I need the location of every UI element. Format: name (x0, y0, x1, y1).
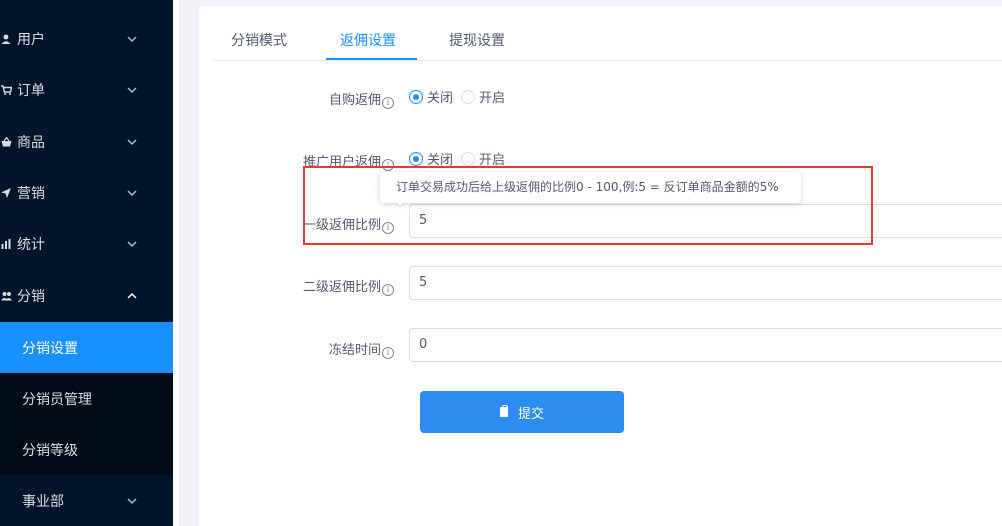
active-tab-indicator (326, 58, 417, 60)
tab-withdrawal-settings[interactable]: 提现设置 (449, 22, 505, 61)
bag-icon (499, 405, 508, 417)
self-rebate-label-text: 自购返佣 (329, 93, 382, 108)
radio-dot (461, 151, 476, 166)
radio-label: 关闭 (427, 91, 454, 106)
chevron-down-icon (126, 136, 138, 148)
promo-rebate-label: 推广用户返佣 i (303, 151, 395, 171)
chevron-down-icon (126, 238, 138, 250)
radio-label: 开启 (479, 153, 506, 168)
level2-ratio-label: 二级返佣比例 i (303, 276, 395, 296)
level2-ratio-label-text: 二级返佣比例 (303, 280, 382, 295)
info-icon[interactable]: i (382, 222, 395, 234)
tab-rebate-settings[interactable]: 返佣设置 (340, 22, 396, 61)
level1-ratio-label-text: 一级返佣比例 (303, 218, 382, 233)
submenu-item-distribution-settings[interactable]: 分销设置 (0, 322, 173, 373)
menu-label: 营销 (17, 185, 45, 202)
submenu-label: 分销员管理 (22, 391, 92, 408)
menu-label: 订单 (17, 82, 45, 99)
radio-dot (461, 89, 476, 104)
tab-distribution-mode[interactable]: 分销模式 (231, 22, 287, 61)
menu-label: 商品 (17, 134, 45, 151)
menu-item-users[interactable]: 用户 (0, 13, 173, 64)
info-icon[interactable]: i (382, 159, 395, 171)
menu-label: 分销 (17, 288, 45, 305)
info-icon[interactable]: i (382, 284, 395, 296)
menu-item-distribution[interactable]: 分销 (0, 270, 173, 321)
menu-label: 用户 (17, 31, 45, 48)
radio-label: 关闭 (427, 153, 454, 168)
chevron-up-icon (126, 290, 138, 302)
chart-icon (0, 238, 12, 250)
promo-rebate-radio-group: 关闭 开启 (409, 149, 513, 168)
chevron-down-icon (126, 84, 138, 96)
menu-item-orders[interactable]: 订单 (0, 64, 173, 115)
sidebar: 用户 订单 商品 营销 统计 分销 分销设置 分销员管理 分销等级 事业部 (0, 0, 173, 526)
level1-ratio-input[interactable]: 5 (409, 204, 1002, 238)
basket-icon (0, 136, 12, 148)
submit-button[interactable]: 提交 (420, 391, 624, 433)
promo-rebate-label-text: 推广用户返佣 (303, 155, 382, 170)
chevron-down-icon (126, 187, 138, 199)
chevron-down-icon (126, 495, 138, 507)
submenu-label: 分销设置 (22, 340, 78, 357)
submenu-item-distribution-levels[interactable]: 分销等级 (0, 424, 173, 475)
info-icon[interactable]: i (382, 347, 395, 359)
info-icon[interactable]: i (382, 97, 395, 109)
submit-label: 提交 (517, 406, 544, 422)
submenu-item-distributor-management[interactable]: 分销员管理 (0, 373, 173, 424)
level1-ratio-label: 一级返佣比例 i (303, 214, 395, 234)
settings-tabs: 分销模式 返佣设置 提现设置 (214, 22, 1002, 61)
people-icon (0, 290, 12, 302)
radio-dot (409, 151, 423, 166)
level2-ratio-input[interactable]: 5 (409, 266, 1002, 300)
promo-rebate-radio-off[interactable]: 关闭 (409, 149, 453, 168)
menu-item-business-unit[interactable]: 事业部 (0, 475, 173, 526)
self-rebate-radio-off[interactable]: 关闭 (409, 87, 453, 106)
submenu-label: 分销等级 (22, 442, 78, 459)
freeze-time-label-text: 冻结时间 (329, 343, 382, 358)
menu-item-marketing[interactable]: 营销 (0, 167, 173, 218)
user-icon (0, 33, 12, 45)
self-rebate-label: 自购返佣 i (329, 89, 395, 109)
chevron-down-icon (126, 33, 138, 45)
cart-icon (0, 84, 12, 96)
menu-item-statistics[interactable]: 统计 (0, 218, 173, 269)
send-icon (0, 187, 12, 199)
self-rebate-radio-on[interactable]: 开启 (461, 87, 505, 106)
radio-dot (409, 89, 423, 104)
menu-label: 事业部 (22, 493, 64, 510)
menu-label: 统计 (17, 236, 45, 253)
self-rebate-radio-group: 关闭 开启 (409, 87, 513, 106)
freeze-time-label: 冻结时间 i (329, 339, 395, 359)
content-gutter (179, 0, 199, 526)
menu-item-products[interactable]: 商品 (0, 116, 173, 167)
promo-rebate-radio-on[interactable]: 开启 (461, 149, 505, 168)
tooltip-arrow (395, 201, 405, 206)
radio-label: 开启 (479, 91, 506, 106)
freeze-time-input[interactable]: 0 (409, 328, 1002, 362)
tooltip: 订单交易成功后给上级返佣的比例0 - 100,例:5 = 反订单商品金额的5% (380, 172, 801, 203)
